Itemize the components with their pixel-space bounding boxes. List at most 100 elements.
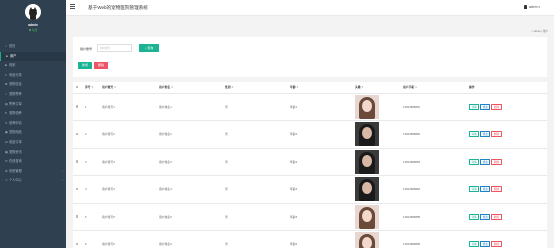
cell-name: 用户姓名3 [159, 148, 225, 176]
cell-gender: 男 [225, 175, 290, 204]
view-button[interactable]: 详情 [469, 213, 480, 220]
home-icon: ⌂ [5, 91, 7, 96]
user-photo[interactable] [355, 149, 379, 174]
menu-toggle-icon[interactable] [70, 4, 75, 10]
cell-name: 用户姓名2 [159, 120, 225, 149]
user-photo[interactable] [355, 204, 379, 229]
cell-no: 6 [80, 230, 102, 248]
sidebar-item-13[interactable]: ⚙系统管理 ‹ [0, 167, 66, 177]
header-account[interactable]: 用户账号 ⇅ [102, 82, 159, 94]
sidebar-item-0[interactable]: ⌂ 首页 [0, 42, 66, 52]
header-photo[interactable]: 头像 ⇅ [355, 82, 403, 94]
view-button[interactable]: 详情 [469, 241, 480, 248]
row-delete-button[interactable]: 删除 [491, 213, 502, 220]
avatar[interactable] [25, 4, 41, 20]
cell-photo [355, 203, 403, 231]
table-header-row: 序号 ⇅ 用户账号 ⇅ 用户姓名 ⇅ 性别 ⇅ 年龄 ⇅ 头像 ⇅ 用户手机 ⇅… [73, 82, 547, 94]
edit-button[interactable]: 修改 [480, 158, 491, 165]
row-checkbox[interactable] [76, 160, 79, 163]
row-select-cell [73, 230, 80, 248]
header-age[interactable]: 年龄 ⇅ [290, 82, 355, 94]
sort-icon: ⇅ [296, 86, 299, 90]
sidebar-item-12[interactable]: ✉在线咨询 [0, 157, 66, 167]
cell-account: 用户账号1 [102, 93, 159, 121]
user-photo[interactable] [355, 232, 379, 248]
row-checkbox[interactable] [76, 242, 79, 246]
cell-gender: 男 [225, 93, 290, 121]
sidebar-item-14[interactable]: ☺个人中心 ‹ [0, 176, 66, 186]
sidebar-item-label: 个人中心 [9, 178, 22, 183]
user-photo[interactable] [355, 94, 379, 119]
online-status: 在线 [0, 28, 66, 32]
cell-age: 年龄3 [290, 148, 355, 176]
search-button-label: 查询 [147, 46, 154, 50]
breadcrumb-text[interactable]: Home / 用户 [534, 30, 548, 33]
edit-button[interactable]: 修改 [480, 103, 491, 110]
select-all-checkbox[interactable] [76, 85, 79, 89]
sidebar-item-label: 宠物领养 [9, 111, 22, 116]
row-delete-button[interactable]: 删除 [491, 103, 502, 110]
cart-icon: ⊞ [5, 139, 8, 144]
table-row: 3 用户账号3 用户姓名3 男年龄3 13823888883 详情 修改 删除 [73, 148, 547, 176]
sidebar-item-2[interactable]: ■ 商家 [0, 61, 66, 71]
sidebar-item-8[interactable]: ✎领养申请 [0, 119, 66, 129]
sidebar-item-label: 用品订单 [9, 139, 22, 144]
cell-phone: 13823888886 [403, 230, 469, 248]
header-no[interactable]: 序号 ⇅ [80, 82, 102, 94]
news-icon: ▦ [5, 149, 8, 154]
add-button[interactable]: 新增 [78, 62, 92, 69]
cell-actions: 详情 修改 删除 [469, 120, 547, 149]
sidebar-item-6[interactable]: ▤寄养订单 [0, 100, 66, 110]
sidebar-profile: admin 在线 [0, 0, 66, 42]
header-name[interactable]: 用户姓名 ⇅ [159, 82, 225, 94]
cell-account: 用户账号5 [102, 203, 159, 231]
view-button[interactable]: 详情 [469, 131, 480, 138]
cell-photo [355, 148, 403, 176]
search-button[interactable]: ⌕ 查询 [139, 44, 159, 52]
sort-icon: ⇅ [231, 86, 234, 90]
cell-no: 1 [80, 93, 102, 121]
cell-name: 用户姓名6 [159, 230, 225, 248]
sidebar-item-1[interactable]: ● 用户 [0, 51, 66, 62]
row-checkbox[interactable] [76, 187, 79, 191]
view-button[interactable]: 详情 [469, 186, 480, 193]
cell-actions: 详情 修改 删除 [469, 93, 547, 121]
sidebar-item-11[interactable]: ▦宠物资讯 [0, 148, 66, 158]
delete-button[interactable]: 删除 [94, 62, 108, 69]
cell-no: 5 [80, 203, 102, 231]
paw-icon: ✿ [5, 82, 8, 87]
edit-button[interactable]: 修改 [480, 213, 491, 220]
online-dot-icon [28, 29, 31, 32]
edit-button[interactable]: 修改 [480, 241, 491, 248]
sidebar-item-10[interactable]: ⊞用品订单 [0, 138, 66, 148]
user-photo[interactable] [355, 122, 379, 147]
search-input[interactable]: 用户账号 [97, 44, 132, 52]
row-checkbox[interactable] [76, 132, 79, 136]
row-delete-button[interactable]: 删除 [491, 186, 502, 193]
row-checkbox[interactable] [76, 105, 79, 108]
header-gender[interactable]: 性别 ⇅ [225, 82, 290, 94]
row-delete-button[interactable]: 删除 [491, 131, 502, 138]
cell-account: 用户账号6 [102, 230, 159, 248]
online-status-label: 在线 [31, 29, 38, 32]
cell-photo [355, 230, 403, 248]
header-phone[interactable]: 用户手机 ⇅ [403, 82, 469, 94]
sort-icon: ⇅ [170, 86, 173, 90]
cell-no: 2 [80, 120, 102, 149]
system-title: 基于Web的宠物医院管理系统 [88, 5, 148, 10]
sidebar-item-3[interactable]: ≡ 商品分类 [0, 71, 66, 81]
sidebar-item-5[interactable]: ⌂ 宠物寄养 [0, 90, 66, 100]
row-delete-button[interactable]: 删除 [491, 241, 502, 248]
edit-button[interactable]: 修改 [480, 186, 491, 193]
view-button[interactable]: 详情 [469, 158, 480, 165]
sidebar-item-4[interactable]: ✿宠物信息 [0, 80, 66, 90]
user-menu[interactable]: admin ▾ [523, 5, 540, 10]
cell-age: 年龄5 [290, 203, 355, 231]
edit-button[interactable]: 修改 [480, 131, 491, 138]
view-button[interactable]: 详情 [469, 103, 480, 110]
row-checkbox[interactable] [76, 215, 79, 218]
sidebar-item-7[interactable]: ♥ 宠物领养 [0, 109, 66, 119]
row-delete-button[interactable]: 删除 [491, 158, 502, 165]
sidebar-item-9[interactable]: ▣宠物用品 [0, 128, 66, 138]
user-photo[interactable] [355, 177, 379, 202]
